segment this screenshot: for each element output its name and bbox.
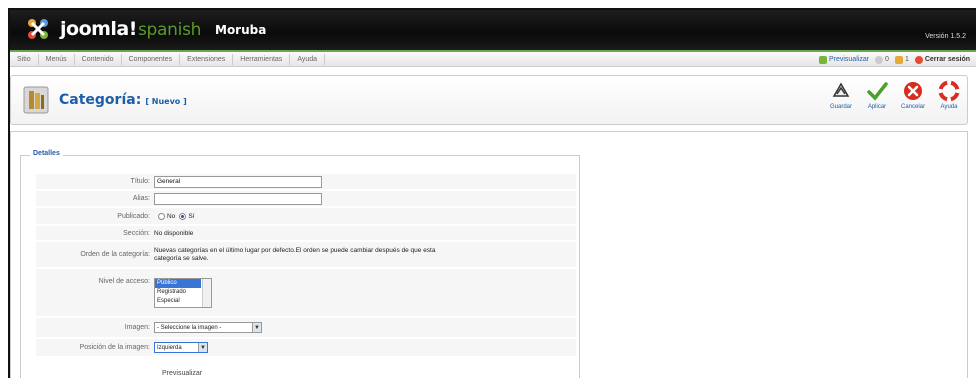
help-button[interactable]: Ayuda [931, 80, 967, 110]
apply-button[interactable]: Aplicar [859, 80, 895, 110]
section-value: No disponible [154, 229, 194, 237]
menu-item-herramientas[interactable]: Herramientas [233, 54, 291, 65]
form-row-order: Orden de la categoría: Nuevas categorías… [36, 242, 576, 268]
users-icon [894, 55, 903, 64]
brand-name: joomla! [60, 18, 137, 40]
menubar: Sitio Menús Contenido Componentes Extens… [10, 50, 976, 67]
image-position-value: Izquierda [157, 344, 182, 351]
menu-item-componentes[interactable]: Componentes [122, 54, 181, 65]
save-button-label: Guardar [829, 104, 852, 110]
form-row-image-position: Posición de la imagen: Izquierda ▼ [36, 339, 576, 357]
published-yes-radio[interactable] [179, 212, 187, 220]
menu-item-menus[interactable]: Menús [39, 54, 75, 65]
logout-icon [914, 55, 923, 64]
published-label: Publicado: [117, 212, 150, 220]
access-level-listbox[interactable]: Público Registrado Especial [154, 278, 212, 308]
menu-item-sitio[interactable]: Sitio [10, 54, 39, 65]
chevron-down-icon: ▼ [198, 343, 207, 352]
image-position-label: Posición de la imagen: [79, 344, 150, 351]
chevron-down-icon: ▼ [252, 323, 261, 332]
preview-link[interactable]: Previsualizar [829, 54, 869, 65]
access-label: Nivel de acceso: [98, 278, 150, 285]
menu-item-contenido[interactable]: Contenido [75, 54, 122, 65]
cancel-icon [904, 82, 922, 100]
form-row-title: Título: [36, 174, 576, 190]
save-icon [832, 82, 850, 97]
form-row-image: Imagen: - Seleccione la imagen - ▼ [36, 318, 576, 338]
category-icon [23, 86, 49, 114]
version-label: Versión 1.5.2 [925, 33, 966, 40]
messages-count[interactable]: 0 [885, 54, 889, 65]
access-listbox-scrollbar[interactable] [202, 279, 211, 307]
form-row-section: Sección: No disponible [36, 226, 576, 241]
site-name: Moruba [215, 23, 267, 37]
title-label: Título: [130, 178, 150, 185]
apply-button-label: Aplicar [867, 104, 887, 110]
messages-icon [875, 55, 884, 64]
cancel-button-label: Cancelar [900, 104, 925, 110]
logout-link[interactable]: Cerrar sesión [925, 54, 970, 65]
image-select[interactable]: - Seleccione la imagen - ▼ [154, 322, 262, 333]
image-select-value: - Seleccione la imagen - [157, 324, 222, 331]
details-legend: Detalles [30, 150, 63, 157]
page-title: Categoría:[ Nuevo ] [59, 92, 187, 108]
menu-item-ayuda[interactable]: Ayuda [290, 54, 326, 65]
help-button-label: Ayuda [940, 104, 958, 110]
users-count[interactable]: 1 [905, 54, 909, 65]
image-position-select[interactable]: Izquierda ▼ [154, 342, 208, 353]
title-input[interactable] [154, 175, 322, 188]
image-label: Imagen: [124, 324, 150, 331]
alias-label: Alias: [132, 195, 150, 202]
access-option-public[interactable]: Público [155, 279, 201, 288]
published-no-label: No [167, 212, 176, 220]
brand-language: spanish [138, 20, 202, 40]
save-button[interactable]: Guardar [823, 80, 859, 110]
apply-icon [867, 82, 888, 101]
form-row-access: Nivel de acceso: Público Registrado Espe… [36, 269, 576, 317]
alias-input[interactable] [154, 192, 322, 205]
order-label: Orden de la categoría: [80, 251, 150, 258]
image-preview-label: Previsualizar [162, 370, 203, 377]
published-yes-label: Sí [188, 212, 195, 220]
joomla-logo-icon [28, 19, 48, 39]
toolbar-buttons: Guardar Aplicar Cancelar Ayuda [823, 80, 967, 110]
cancel-button[interactable]: Cancelar [895, 80, 931, 110]
order-value: Nuevas categorías en el último lugar por… [154, 246, 436, 262]
preview-icon [818, 55, 827, 64]
section-label: Sección: [123, 229, 150, 237]
page-title-text: Categoría: [59, 92, 142, 108]
form-row-alias: Alias: [36, 191, 576, 207]
page-title-state: [ Nuevo ] [145, 97, 187, 106]
toolbar-box: Categoría:[ Nuevo ] Guardar Aplicar Canc… [10, 75, 968, 125]
status-bar: Previsualizar 0 1 Cerrar sesión [813, 54, 970, 65]
header-bar: joomla! spanish Moruba Versión 1.5.2 [10, 10, 976, 50]
main-menu: Sitio Menús Contenido Componentes Extens… [10, 54, 326, 65]
help-icon [938, 80, 960, 102]
menu-item-extensiones[interactable]: Extensiones [180, 54, 234, 65]
form-row-published: Publicado: No Sí [36, 208, 576, 225]
published-no-radio[interactable] [158, 212, 165, 220]
